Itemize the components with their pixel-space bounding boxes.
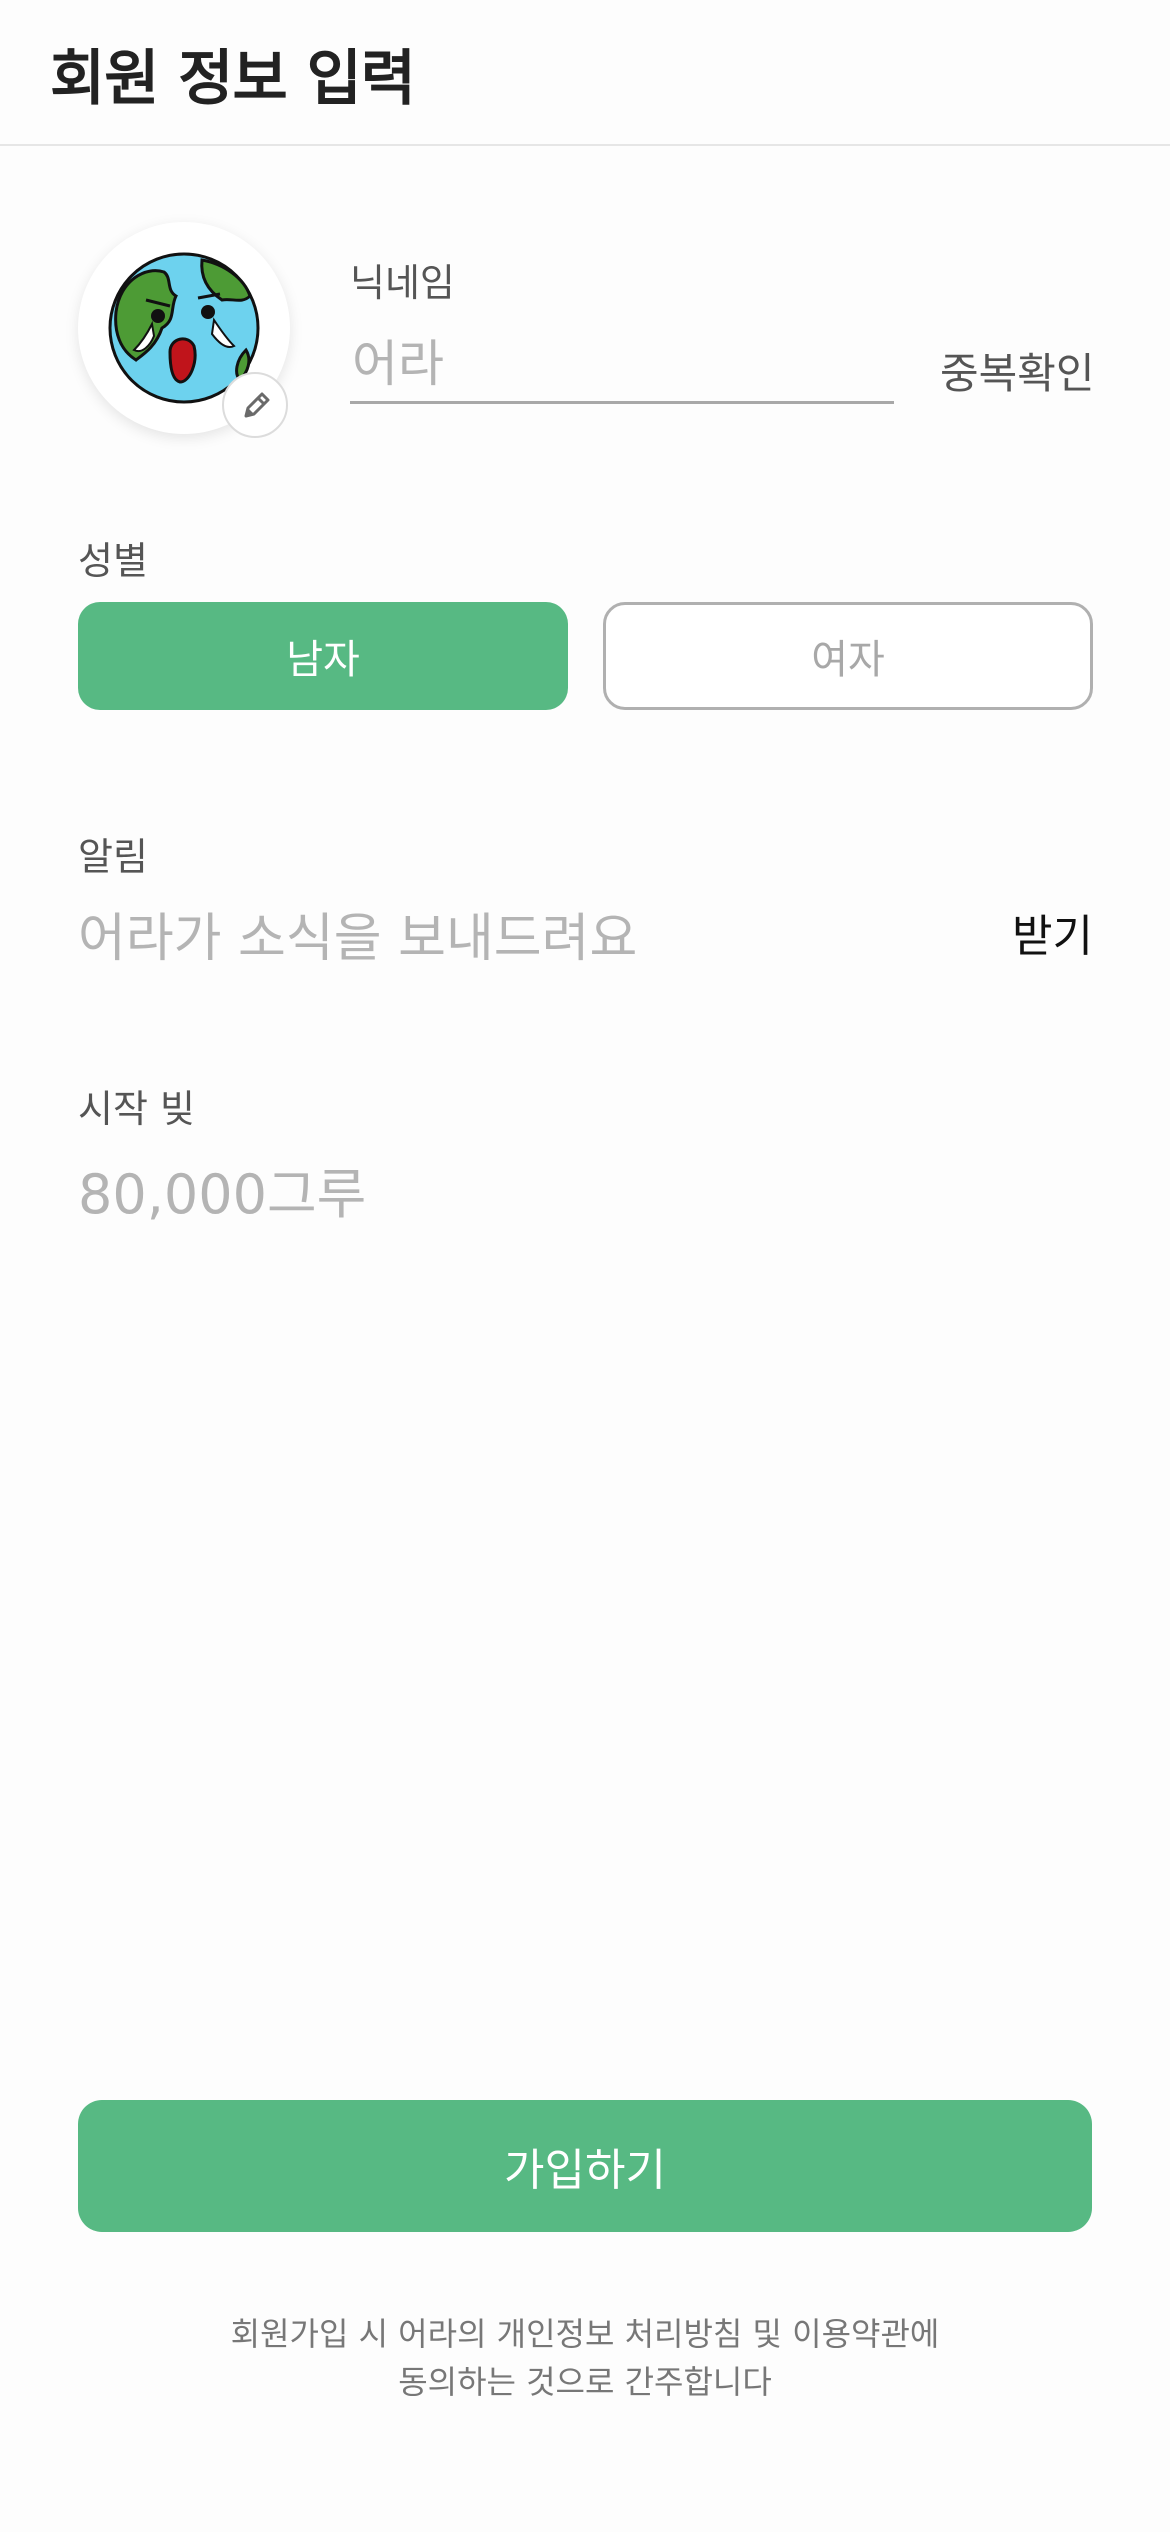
- notification-description: 어라가 소식을 보내드려요: [78, 909, 638, 969]
- notification-label: 알림: [78, 835, 148, 879]
- terms-line-1: 회원가입 시 어라의 개인정보 처리방침 및 이용약관에: [230, 2315, 940, 2353]
- page-title: 회원 정보 입력: [50, 44, 416, 114]
- nickname-input[interactable]: [350, 330, 894, 404]
- gender-male-button[interactable]: 남자: [78, 602, 568, 710]
- gender-female-button[interactable]: 여자: [603, 602, 1093, 710]
- nickname-label: 닉네임: [350, 261, 455, 305]
- start-debt-label: 시작 빚: [78, 1087, 195, 1131]
- header: 회원 정보 입력: [0, 0, 1170, 146]
- pencil-icon: [244, 392, 270, 418]
- duplicate-check-button[interactable]: 중복확인: [940, 340, 1095, 401]
- terms-notice: 회원가입 시 어라의 개인정보 처리방침 및 이용약관에 동의하는 것으로 간주…: [0, 2310, 1170, 2406]
- terms-line-2: 동의하는 것으로 간주합니다: [398, 2363, 772, 2401]
- start-debt-value: 80,000그루: [78, 1163, 367, 1226]
- signup-button[interactable]: 가입하기: [78, 2100, 1092, 2232]
- gender-label: 성별: [78, 539, 148, 583]
- avatar-edit-button[interactable]: [222, 372, 288, 438]
- notification-receive-toggle[interactable]: 받기: [1012, 900, 1093, 964]
